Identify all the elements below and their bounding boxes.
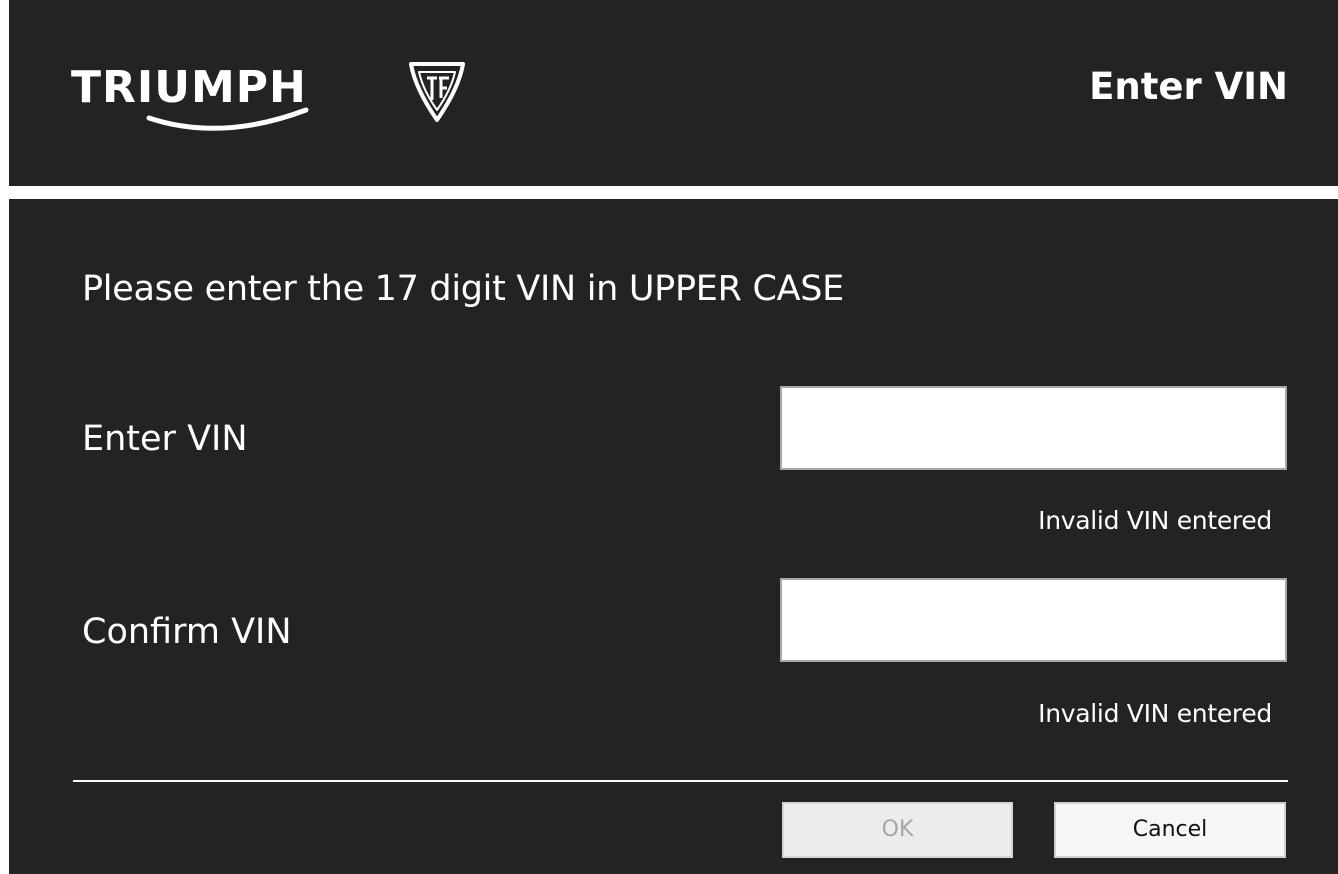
ok-button[interactable]: OK (782, 802, 1013, 858)
triumph-logo-icon: TRIUMPH (71, 58, 471, 138)
footer-divider (73, 780, 1288, 782)
instruction-text: Please enter the 17 digit VIN in UPPER C… (82, 269, 844, 309)
confirm-vin-error: Invalid VIN entered (1038, 699, 1272, 728)
confirm-vin-label: Confirm VIN (82, 612, 292, 652)
cancel-button[interactable]: Cancel (1054, 802, 1286, 858)
header-divider (9, 186, 1338, 199)
dialog-header: TRIUMPH Enter VIN (9, 0, 1338, 186)
enter-vin-error: Invalid VIN entered (1038, 506, 1272, 535)
confirm-vin-input[interactable] (780, 578, 1287, 662)
enter-vin-label: Enter VIN (82, 419, 248, 459)
logo-swoosh-icon (146, 62, 465, 131)
enter-vin-dialog: TRIUMPH Enter VIN Please enter the 17 di… (9, 0, 1338, 874)
dialog-title: Enter VIN (1089, 65, 1288, 108)
enter-vin-input[interactable] (780, 386, 1287, 470)
